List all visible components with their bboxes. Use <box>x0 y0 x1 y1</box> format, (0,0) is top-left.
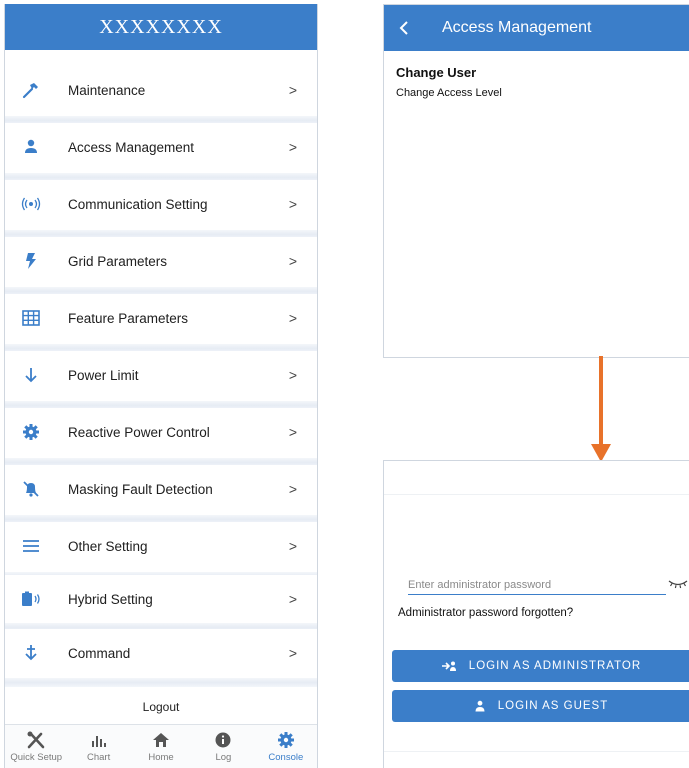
access-management-screen: Access Management Change User Change Acc… <box>383 4 689 358</box>
down-arrow-icon <box>591 356 611 462</box>
chevron-right-icon: > <box>288 82 297 98</box>
tab-log[interactable]: Log <box>192 725 254 768</box>
tab-label: Chart <box>86 752 111 763</box>
admin-button-label: LOGIN AS ADMINISTRATOR <box>468 660 642 672</box>
console-screen: XXXXXXXX Maintenance > Access Management… <box>4 4 318 768</box>
chevron-right-icon: > <box>288 481 297 497</box>
menu-item-hybrid-setting[interactable]: Hybrid Setting > <box>5 575 317 623</box>
grid-table-icon <box>20 307 42 329</box>
info-icon <box>215 730 231 750</box>
menu-item-label: Command <box>68 645 131 661</box>
tab-label: Console <box>268 752 304 763</box>
person-icon <box>20 136 42 158</box>
chevron-right-icon: > <box>288 538 297 554</box>
divider <box>5 678 317 687</box>
menu-item-label: Hybrid Setting <box>68 591 153 607</box>
tab-label: Home <box>148 752 174 763</box>
menu-item-label: Grid Parameters <box>68 253 168 269</box>
eye-closed-icon[interactable] <box>668 577 688 591</box>
tab-chart[interactable]: Chart <box>67 725 129 768</box>
gear-icon <box>277 730 295 750</box>
lightning-icon <box>20 250 42 272</box>
admin-switch-icon <box>441 660 457 672</box>
menu-item-label: Feature Parameters <box>68 310 189 326</box>
tools-icon <box>26 730 46 750</box>
chevron-left-icon <box>399 21 408 35</box>
bar-chart-icon <box>90 730 108 750</box>
menu-item-label: Maintenance <box>68 82 146 98</box>
app-title-bar: XXXXXXXX <box>5 4 317 50</box>
menu-item-access-management[interactable]: Access Management > <box>5 123 317 171</box>
admin-password-input[interactable] <box>408 575 666 595</box>
person-icon <box>474 700 486 712</box>
back-button[interactable] <box>384 5 424 51</box>
tab-label: Quick Setup <box>10 752 63 763</box>
divider <box>384 751 689 752</box>
wireless-icon <box>20 193 42 215</box>
hammer-icon <box>20 79 42 101</box>
menu-item-feature-parameters[interactable]: Feature Parameters > <box>5 294 317 342</box>
bottom-tab-bar: Quick Setup Chart Home Log Console <box>5 724 317 768</box>
page-title: Access Management <box>442 19 592 36</box>
chevron-right-icon: > <box>288 424 297 440</box>
tab-label: Log <box>215 752 232 763</box>
menu-item-label: Masking Fault Detection <box>68 481 213 497</box>
chevron-right-icon: > <box>288 591 297 607</box>
logout-label: Logout <box>142 700 180 714</box>
access-header: Access Management <box>384 5 689 51</box>
chevron-right-icon: > <box>288 645 297 661</box>
login-screen: Administrator password forgotten? LOGIN … <box>383 460 689 768</box>
menu-item-other-setting[interactable]: Other Setting > <box>5 522 317 570</box>
chevron-right-icon: > <box>288 310 297 326</box>
menu-item-grid-parameters[interactable]: Grid Parameters > <box>5 237 317 285</box>
command-arrow-icon <box>20 642 42 664</box>
tab-console[interactable]: Console <box>255 725 317 768</box>
menu-item-reactive-power-control[interactable]: Reactive Power Control > <box>5 408 317 456</box>
chevron-right-icon: > <box>288 367 297 383</box>
menu-item-masking-fault-detection[interactable]: Masking Fault Detection > <box>5 465 317 513</box>
menu-item-command[interactable]: Command > <box>5 629 317 677</box>
tab-home[interactable]: Home <box>130 725 192 768</box>
menu-item-label: Other Setting <box>68 538 148 554</box>
list-icon <box>20 535 42 557</box>
chevron-right-icon: > <box>288 196 297 212</box>
menu-item-label: Reactive Power Control <box>68 424 210 440</box>
menu-item-maintenance[interactable]: Maintenance > <box>5 66 317 114</box>
home-icon <box>152 730 170 750</box>
gear-icon <box>20 421 42 443</box>
change-access-level-option[interactable]: Change Access Level <box>396 87 502 99</box>
login-top-bar <box>384 461 689 495</box>
guest-button-label: LOGIN AS GUEST <box>497 700 609 712</box>
login-as-administrator-button[interactable]: LOGIN AS ADMINISTRATOR <box>392 650 689 682</box>
menu-item-label: Access Management <box>68 139 195 155</box>
menu-item-power-limit[interactable]: Power Limit > <box>5 351 317 399</box>
chevron-right-icon: > <box>288 139 297 155</box>
chevron-right-icon: > <box>288 253 297 269</box>
down-arrow-icon <box>20 364 42 386</box>
menu-item-label: Communication Setting <box>68 196 208 212</box>
menu-item-communication-setting[interactable]: Communication Setting > <box>5 180 317 228</box>
forgot-password-link[interactable]: Administrator password forgotten? <box>398 607 573 619</box>
logout-button[interactable]: Logout <box>5 694 317 720</box>
login-as-guest-button[interactable]: LOGIN AS GUEST <box>392 690 689 722</box>
change-user-option[interactable]: Change User <box>396 65 476 80</box>
menu-item-label: Power Limit <box>68 367 139 383</box>
battery-icon <box>20 588 42 610</box>
bell-off-icon <box>20 478 42 500</box>
tab-quick-setup[interactable]: Quick Setup <box>5 725 67 768</box>
app-title: XXXXXXXX <box>99 15 223 38</box>
